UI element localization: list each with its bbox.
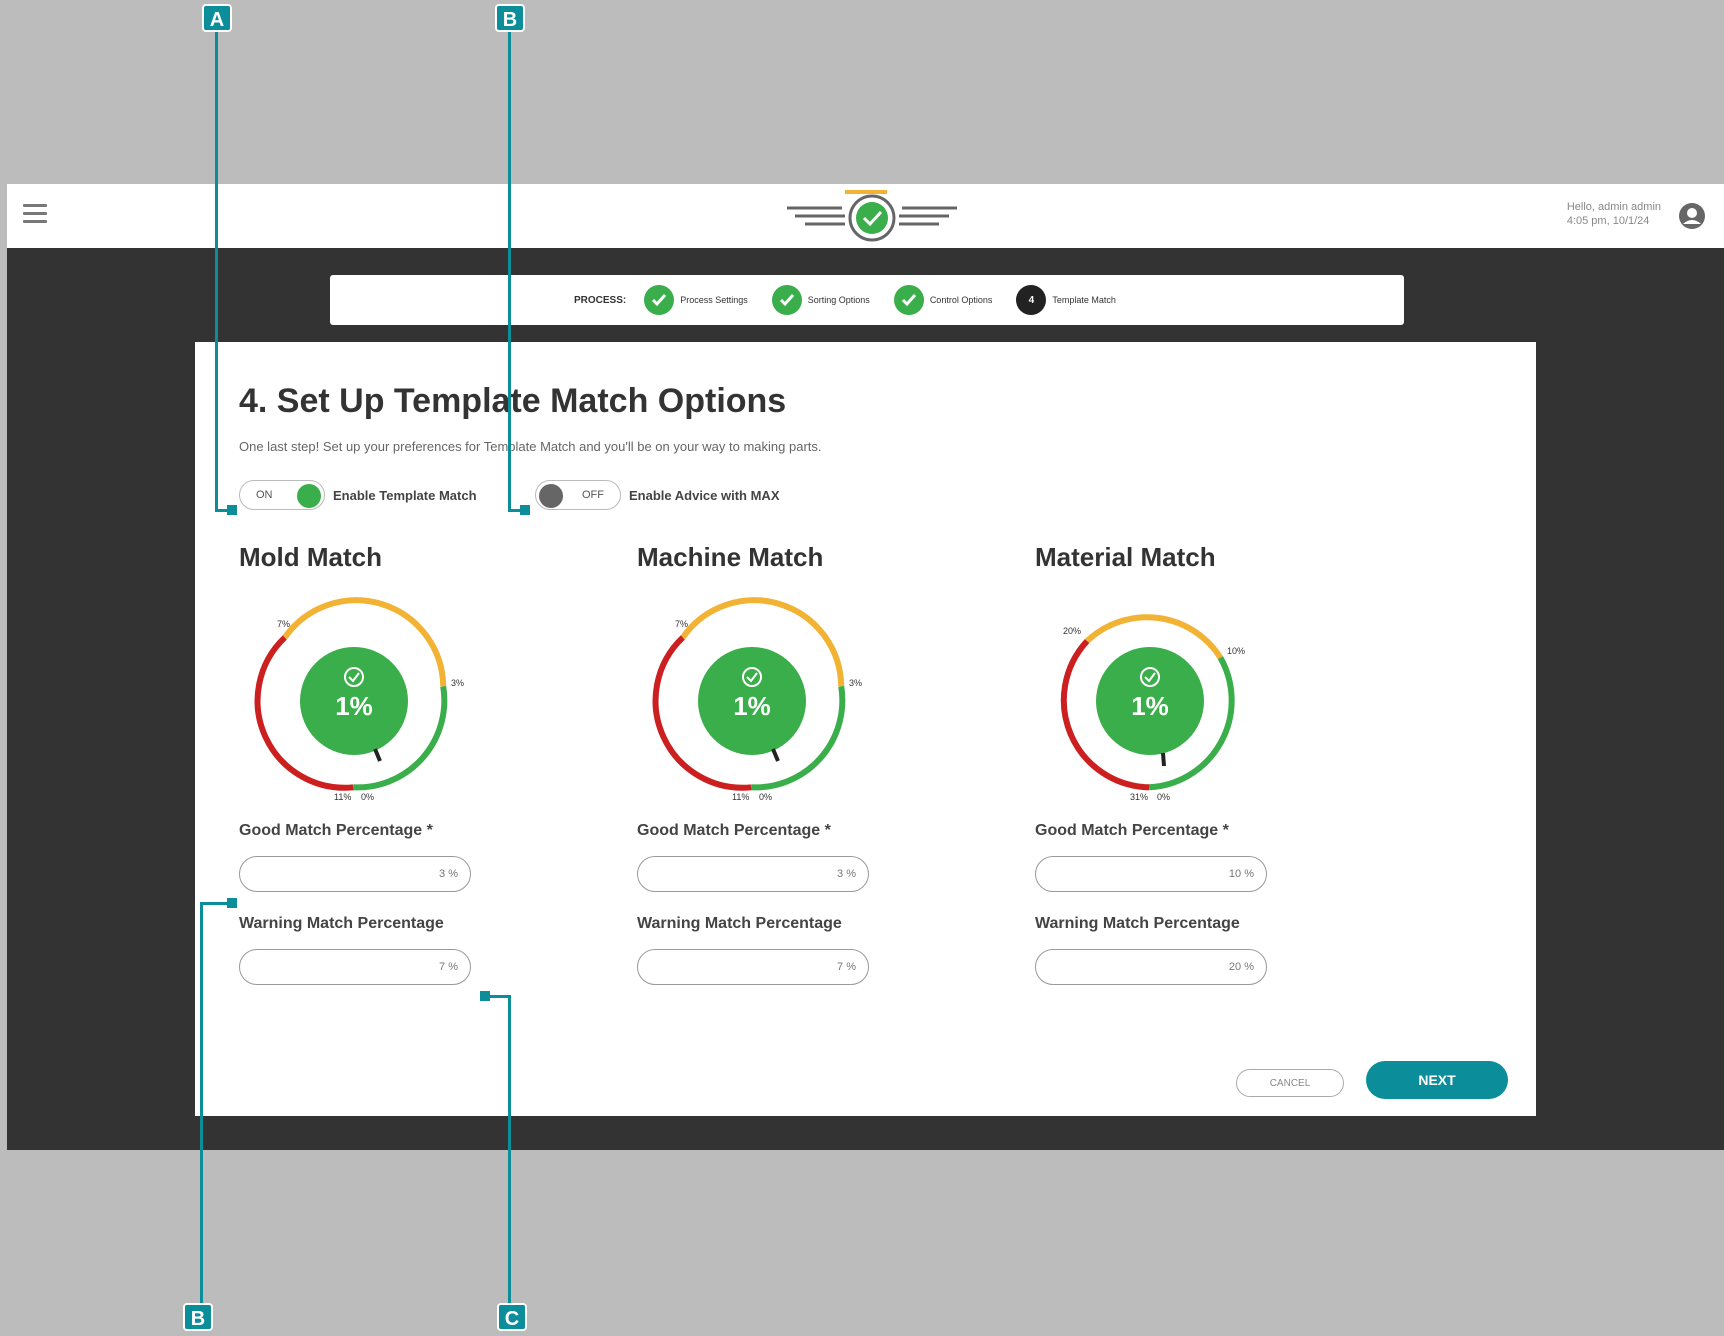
toggle-state-text: OFF (582, 489, 604, 501)
advice-max-toggle-label: Enable Advice with MAX (629, 487, 780, 503)
warning-match-label: Warning Match Percentage (1035, 915, 1240, 932)
greeting: Hello, admin admin 4:05 pm, 10/1/24 (1567, 200, 1661, 228)
callout-b-bottom-connector (200, 902, 230, 905)
machine-match-gauge: 1% 7% 3% 11% 0% (652, 597, 862, 802)
machine-warning-match-input[interactable] (637, 949, 869, 985)
step-sorting-options[interactable]: Sorting Options (771, 285, 870, 315)
greeting-name: Hello, admin admin (1566, 201, 1661, 213)
good-match-label: Good Match Percentage * (1035, 822, 1229, 839)
warning-match-label: Warning Match Percentage (637, 915, 842, 932)
cancel-button[interactable]: CANCEL (1236, 1069, 1344, 1097)
gauge-warning-marker: 7% (675, 619, 688, 629)
material-match-column: Material Match 1% 20% 10% 31% 0% Good Ma… (1035, 542, 1335, 985)
gauge-value: 1% (733, 691, 771, 721)
page-subtitle: One last step! Set up your preferences f… (239, 439, 822, 454)
mold-match-title: Mold Match (239, 542, 382, 572)
mold-match-gauge: 1% 7% 3% 11% 0% (254, 597, 464, 802)
process-stepper: PROCESS: Process Settings Sorting Option… (330, 275, 1404, 325)
good-match-label: Good Match Percentage * (239, 822, 433, 839)
callout-c-tag: C (497, 1303, 527, 1331)
step-template-match[interactable]: 4 Template Match (1016, 285, 1116, 315)
gauge-good-marker: 3% (451, 678, 464, 688)
material-warning-match-input[interactable] (1035, 949, 1267, 985)
advice-max-toggle[interactable]: OFF (535, 480, 621, 510)
top-bar: Hello, admin admin 4:05 pm, 10/1/24 (7, 184, 1724, 248)
gauge-good-marker: 3% (849, 678, 862, 688)
stepper-process-label: PROCESS: (574, 294, 627, 306)
machine-match-title: Machine Match (637, 542, 824, 572)
app-logo (787, 190, 957, 242)
machine-match-column: Machine Match 1% 7% 3% 11% 0% Good Match… (637, 542, 937, 985)
step-number: 4 (1016, 285, 1047, 315)
callout-c-line (508, 995, 511, 1315)
material-good-match-input[interactable] (1035, 856, 1267, 892)
gauge-bad-marker: 31% (1130, 792, 1148, 802)
check-icon (771, 285, 802, 315)
gauge-warning-marker: 20% (1063, 626, 1081, 636)
greeting-time: 4:05 pm, 10/1/24 (1566, 215, 1650, 227)
callout-a-marker (227, 505, 237, 515)
step-label: Process Settings (680, 295, 748, 305)
gauge-good-marker: 10% (1227, 646, 1245, 656)
step-label: Control Options (929, 295, 993, 305)
gauge-value: 1% (1131, 691, 1169, 721)
template-match-card: 4. Set Up Template Match Options One las… (195, 342, 1536, 1116)
material-match-title: Material Match (1035, 542, 1216, 572)
callout-a-line (215, 32, 218, 512)
advice-max-toggle-group: OFF Enable Advice with MAX (535, 478, 780, 512)
mold-good-match-input[interactable] (239, 856, 471, 892)
check-icon (644, 285, 675, 315)
callout-b-top-marker (520, 505, 530, 515)
callout-b-top-tag: B (495, 4, 525, 32)
app-screen: Hello, admin admin 4:05 pm, 10/1/24 PROC… (7, 184, 1724, 1150)
gauge-zero-marker: 0% (759, 792, 772, 802)
callout-c-marker (480, 991, 490, 1001)
mold-warning-match-input[interactable] (239, 949, 471, 985)
toggle-state-text: ON (256, 489, 273, 501)
callout-b-bottom-marker (227, 898, 237, 908)
check-icon (893, 285, 924, 315)
template-match-toggle-label: Enable Template Match (333, 487, 477, 503)
callout-b-bottom-tag: B (183, 1303, 213, 1331)
gauge-warning-marker: 7% (277, 619, 290, 629)
step-control-options[interactable]: Control Options (893, 285, 993, 315)
toggle-knob (297, 484, 321, 508)
machine-good-match-input[interactable] (637, 856, 869, 892)
step-label: Sorting Options (807, 295, 870, 305)
gauge-zero-marker: 0% (361, 792, 374, 802)
gauge-bad-marker: 11% (334, 792, 351, 802)
mold-match-column: Mold Match 1% 7% 3% 11% 0% Good Match Pe… (239, 542, 539, 985)
step-process-settings[interactable]: Process Settings (644, 285, 748, 315)
toggle-knob (539, 484, 563, 508)
callout-b-bottom-line (200, 902, 203, 1316)
material-match-gauge: 1% 20% 10% 31% 0% (1060, 614, 1245, 802)
gauge-bad-marker: 11% (732, 792, 749, 802)
good-match-label: Good Match Percentage * (637, 822, 831, 839)
next-button[interactable]: NEXT (1366, 1061, 1508, 1099)
gauge-value: 1% (335, 691, 373, 721)
account-icon[interactable] (1678, 202, 1706, 230)
callout-b-top-line (508, 32, 511, 512)
page-title: 4. Set Up Template Match Options (239, 382, 787, 420)
callout-a-tag: A (202, 4, 232, 32)
gauge-zero-marker: 0% (1157, 792, 1170, 802)
step-label: Template Match (1052, 295, 1116, 305)
menu-icon[interactable] (23, 204, 47, 224)
warning-match-label: Warning Match Percentage (239, 915, 444, 932)
template-match-toggle[interactable]: ON (239, 480, 325, 510)
template-match-toggle-group: ON Enable Template Match (239, 478, 477, 512)
